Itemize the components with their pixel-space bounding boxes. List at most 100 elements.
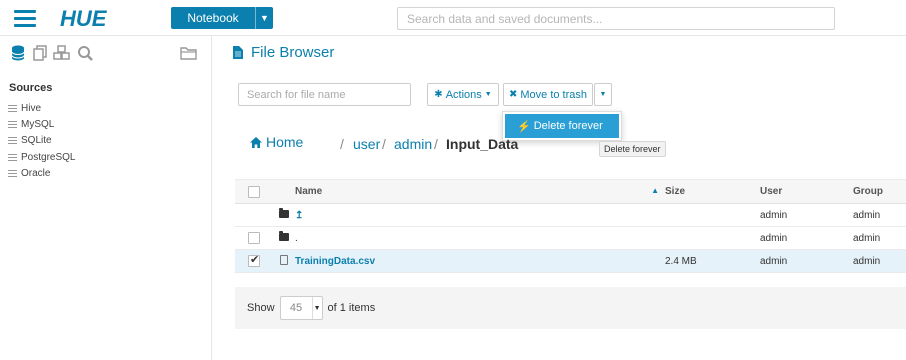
global-search-input[interactable] [397, 7, 835, 30]
select-all-checkbox[interactable] [248, 185, 260, 198]
file-browser-main: File Browser ✱ Actions ▼ ✖ Move to trash… [213, 36, 906, 360]
row-size-cell: 2.4 MB [665, 249, 760, 273]
filename-search-input[interactable] [238, 83, 411, 106]
trash-dropdown-toggle[interactable]: ▼ [594, 83, 612, 106]
actions-label: Actions [445, 88, 482, 101]
row-type-cell [273, 249, 295, 273]
search-icon[interactable] [77, 44, 93, 62]
size-column-header[interactable]: Size [665, 179, 760, 204]
row-checkbox-checked[interactable] [248, 253, 260, 267]
sort-ascending-icon: ▲ [651, 186, 659, 195]
user-column-header[interactable]: User [760, 179, 853, 204]
group-column-header[interactable]: Group [853, 179, 906, 204]
cubes-icon[interactable] [53, 44, 71, 62]
breadcrumb-separator: / [434, 136, 438, 152]
table-row[interactable]: ↥ admin admin [235, 203, 906, 227]
type-header [273, 179, 295, 204]
folder-icon [279, 230, 289, 241]
table-row[interactable]: TrainingData.csv 2.4 MB admin admin [235, 249, 906, 273]
select-all-header[interactable] [235, 179, 273, 204]
source-item-hive[interactable]: Hive [8, 100, 75, 116]
row-user-cell: admin [760, 249, 853, 273]
row-checkbox[interactable] [248, 232, 260, 244]
hue-logo[interactable]: HUE [60, 6, 132, 30]
user-header-label: User [760, 186, 783, 197]
source-label: Oracle [21, 167, 51, 179]
table-icon [8, 120, 17, 128]
page-size-value: 45 [289, 302, 303, 314]
chevron-down-icon[interactable]: ▼ [255, 7, 273, 29]
row-group-cell: admin [853, 226, 906, 250]
folder-open-icon[interactable] [180, 44, 198, 62]
row-group-cell: admin [853, 203, 906, 227]
bolt-icon: ⚡ [517, 120, 531, 133]
row-checkbox-cell[interactable] [235, 226, 273, 250]
name-header-label: Name [295, 186, 323, 197]
trash-label: Move to trash [520, 88, 588, 101]
table-icon [8, 104, 17, 112]
row-name-cell[interactable]: ↥ [295, 203, 665, 227]
caret-down-icon: ▼ [484, 91, 492, 98]
table-icon [8, 137, 17, 145]
breadcrumb-user[interactable]: user [353, 136, 380, 152]
tooltip: Delete forever [599, 141, 666, 157]
breadcrumb-separator: / [382, 136, 386, 152]
row-name-cell[interactable]: TrainingData.csv [295, 249, 665, 273]
page-size-select[interactable]: 45 ▼ [279, 296, 323, 320]
size-header-label: Size [665, 186, 686, 197]
file-text-icon [233, 46, 243, 59]
row-type-cell [273, 203, 295, 227]
show-label: Show [247, 302, 275, 314]
name-column-header[interactable]: Name ▲ [295, 179, 665, 204]
folder-icon [279, 207, 289, 218]
row-checkbox-cell [235, 203, 273, 227]
breadcrumb-admin[interactable]: admin [394, 136, 432, 152]
svg-text:HUE: HUE [60, 6, 108, 30]
assist-icon-row [10, 44, 205, 64]
top-navigation-bar: HUE Notebook ▼ [0, 0, 906, 36]
move-to-trash-button[interactable]: ✖ Move to trash [503, 83, 593, 106]
gear-icon: ✱ [434, 89, 443, 100]
breadcrumb-home[interactable]: Home [250, 134, 303, 150]
row-group-cell: admin [853, 249, 906, 273]
breadcrumb-separator: / [340, 136, 344, 152]
row-type-cell [273, 226, 295, 250]
group-header-label: Group [853, 186, 883, 197]
parent-directory-link[interactable]: ↥ [295, 210, 303, 221]
notebook-button[interactable]: Notebook ▼ [171, 7, 273, 29]
home-icon [250, 136, 262, 148]
sources-heading: Sources [9, 82, 53, 94]
file-name-link[interactable]: TrainingData.csv [295, 256, 375, 267]
hamburger-menu-icon[interactable] [14, 10, 36, 27]
source-item-mysql[interactable]: MySQL [8, 116, 75, 132]
delete-forever-label: Delete forever [533, 120, 603, 132]
row-checkbox-cell[interactable] [235, 249, 273, 273]
table-icon [8, 169, 17, 177]
source-item-postgresql[interactable]: PostgreSQL [8, 149, 75, 165]
source-label: Hive [21, 102, 42, 114]
source-item-oracle[interactable]: Oracle [8, 165, 75, 181]
file-table: Name ▲ Size User Group ↥ admin admin . a… [235, 179, 906, 273]
row-name-cell[interactable]: . [295, 226, 665, 250]
actions-button[interactable]: ✱ Actions ▼ [427, 83, 499, 106]
table-row[interactable]: . admin admin [235, 226, 906, 250]
items-count-label: of 1 items [327, 302, 376, 314]
source-label: SQLite [21, 135, 52, 147]
page-title-text: File Browser [251, 44, 335, 61]
table-icon [8, 153, 17, 161]
breadcrumb-home-label: Home [266, 134, 304, 150]
caret-down-icon: ▼ [311, 297, 322, 319]
source-label: MySQL [21, 118, 55, 130]
database-icon[interactable] [10, 44, 26, 62]
page-title: File Browser [233, 44, 334, 61]
notebook-button-label: Notebook [187, 11, 239, 25]
current-directory-link[interactable]: . [295, 233, 298, 244]
left-assist-panel: Sources Hive MySQL SQLite PostgreSQL Ora… [0, 36, 212, 360]
breadcrumb-current: Input_Data [446, 136, 519, 152]
times-icon: ✖ [508, 89, 518, 100]
file-icon [280, 254, 288, 265]
source-item-sqlite[interactable]: SQLite [8, 133, 75, 149]
row-user-cell: admin [760, 203, 853, 227]
row-user-cell: admin [760, 226, 853, 250]
copy-icon[interactable] [32, 44, 48, 62]
